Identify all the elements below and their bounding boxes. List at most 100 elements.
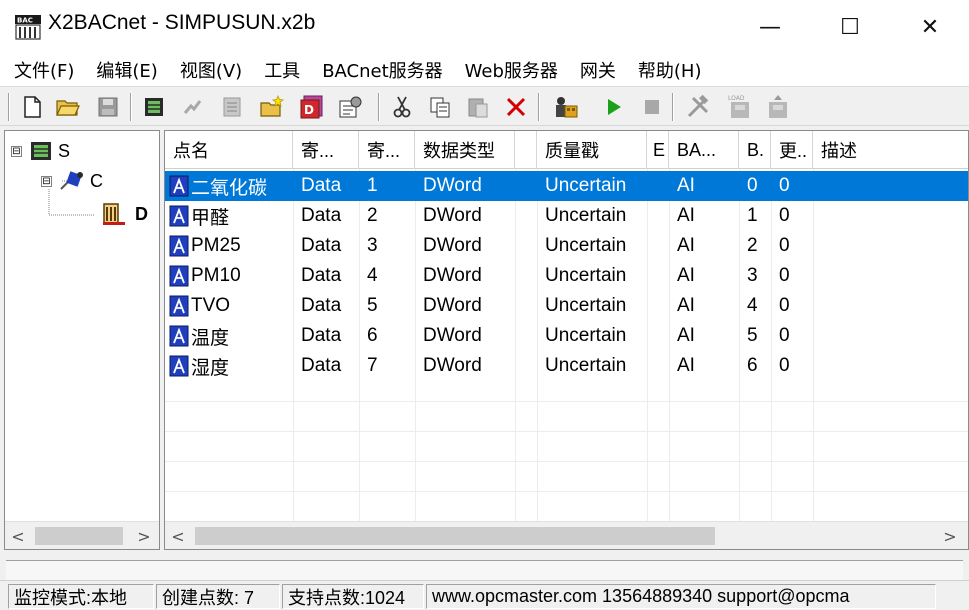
- register-type: Data: [301, 295, 342, 316]
- monitor-workers-icon: [556, 97, 578, 118]
- scroll-left-arrow[interactable]: <: [5, 522, 31, 549]
- menu-view[interactable]: 视图(V): [172, 57, 250, 83]
- menu-edit[interactable]: 编辑(E): [88, 57, 165, 83]
- point-name-cell: PM10: [165, 261, 293, 291]
- column-header-register-address[interactable]: 寄...: [359, 131, 415, 169]
- description-cell: [813, 201, 968, 231]
- column-header-description[interactable]: 描述: [813, 131, 968, 169]
- register-type: Data: [301, 235, 342, 256]
- collapse-icon[interactable]: ⊟: [41, 175, 52, 187]
- add-point-button[interactable]: [218, 93, 246, 121]
- add-device-button[interactable]: [140, 93, 168, 121]
- column-header-register-type[interactable]: 寄...: [293, 131, 359, 169]
- open-button[interactable]: [54, 93, 82, 121]
- tree-node-device[interactable]: D: [101, 201, 148, 227]
- properties-icon: [339, 96, 362, 118]
- bacnet-type: AI: [677, 175, 695, 196]
- register-address: 5: [367, 295, 378, 316]
- close-button[interactable]: ✕: [900, 0, 960, 54]
- bacnet-type: AI: [677, 295, 695, 316]
- scroll-left-arrow[interactable]: <: [165, 522, 191, 549]
- tree-node-label: D: [135, 203, 148, 224]
- table-row[interactable]: PM10 Data 4 DWord Uncertain AI 3 0: [165, 261, 968, 291]
- scroll-right-arrow[interactable]: >: [937, 522, 963, 549]
- bacnet-type: AI: [677, 355, 695, 376]
- tree-node-server[interactable]: ⊟ S: [11, 139, 70, 163]
- quality-cell: Uncertain: [537, 201, 647, 231]
- tools-button[interactable]: [684, 93, 712, 121]
- column-header-bacnet-instance[interactable]: B.: [739, 131, 771, 169]
- menu-web-server[interactable]: Web服务器: [457, 57, 566, 83]
- bacnet-device-button[interactable]: D: [298, 93, 326, 121]
- new-item-icon: [260, 95, 285, 117]
- load-button[interactable]: LOAD: [726, 93, 754, 121]
- stop-button[interactable]: [638, 93, 666, 121]
- menu-bacnet-server[interactable]: BACnet服务器: [314, 57, 450, 83]
- register-address-cell: 4: [359, 261, 415, 291]
- point-name-cell: 甲醛: [165, 201, 293, 231]
- scroll-thumb[interactable]: [195, 527, 715, 545]
- register-address: 6: [367, 325, 378, 346]
- monitor-button[interactable]: [552, 93, 580, 121]
- analog-point-icon: [169, 325, 189, 347]
- tree-node-channel[interactable]: ⊟ C: [41, 169, 103, 193]
- column-header-data-type[interactable]: 数据类型: [415, 131, 515, 169]
- menu-tools[interactable]: 工具: [256, 57, 308, 83]
- data-type: DWord: [423, 265, 482, 286]
- table-row[interactable]: TVO Data 5 DWord Uncertain AI 4 0: [165, 291, 968, 321]
- scroll-right-arrow[interactable]: >: [131, 522, 157, 549]
- update-flag-cell: 0: [771, 351, 813, 381]
- column-header-e[interactable]: E: [647, 131, 669, 169]
- register-address-cell: 6: [359, 321, 415, 351]
- save-button[interactable]: [94, 93, 122, 121]
- table-row[interactable]: PM25 Data 3 DWord Uncertain AI 2 0: [165, 231, 968, 261]
- new-file-button[interactable]: [18, 93, 46, 121]
- cut-button[interactable]: [388, 93, 416, 121]
- tree-horizontal-scrollbar[interactable]: < >: [5, 521, 159, 549]
- delete-button[interactable]: [502, 93, 530, 121]
- menu-help[interactable]: 帮助(H): [630, 57, 710, 83]
- column-header-bacnet-type[interactable]: BA...: [669, 131, 739, 169]
- table-row[interactable]: 湿度 Data 7 DWord Uncertain AI 6 0: [165, 351, 968, 381]
- column-header-blank[interactable]: [515, 131, 537, 169]
- bacnet-instance: 1: [747, 205, 758, 226]
- column-header-quality[interactable]: 质量戳: [537, 131, 647, 169]
- update-flag-cell: 0: [771, 261, 813, 291]
- run-button[interactable]: [600, 93, 628, 121]
- column-header-update[interactable]: 更..: [771, 131, 813, 169]
- data-type-cell: DWord: [415, 261, 515, 291]
- quality-cell: Uncertain: [537, 231, 647, 261]
- table-row[interactable]: 二氧化碳 Data 1 DWord Uncertain AI 0 0: [165, 171, 968, 201]
- scroll-thumb[interactable]: [35, 527, 123, 545]
- bacnet-instance: 3: [747, 265, 758, 286]
- description-cell: [813, 291, 968, 321]
- table-row[interactable]: 温度 Data 6 DWord Uncertain AI 5 0: [165, 321, 968, 351]
- bacnet-type: AI: [677, 205, 695, 226]
- menu-file[interactable]: 文件(F): [6, 57, 82, 83]
- svg-text:BAC: BAC: [17, 17, 33, 25]
- paste-button[interactable]: [464, 93, 492, 121]
- menu-gateway[interactable]: 网关: [572, 57, 624, 83]
- tree-panel[interactable]: ⊟ S ⊟ C D < >: [4, 130, 160, 550]
- maximize-button[interactable]: ☐: [820, 0, 880, 54]
- save-config-button[interactable]: [764, 93, 792, 121]
- collapse-icon[interactable]: ⊟: [11, 145, 22, 157]
- bacnet-type-cell: AI: [669, 231, 739, 261]
- bacnet-type: AI: [677, 325, 695, 346]
- add-group-button[interactable]: [178, 93, 206, 121]
- copy-button[interactable]: [426, 93, 454, 121]
- point-name-cell: TVO: [165, 291, 293, 321]
- properties-button[interactable]: [336, 93, 364, 121]
- minimize-button[interactable]: —: [740, 0, 800, 54]
- update-flag-cell: 0: [771, 231, 813, 261]
- list-horizontal-scrollbar[interactable]: < >: [165, 521, 968, 549]
- new-item-button[interactable]: [258, 93, 286, 121]
- table-row[interactable]: 甲醛 Data 2 DWord Uncertain AI 1 0: [165, 201, 968, 231]
- bacnet-type-cell: AI: [669, 261, 739, 291]
- bacnet-instance-cell: 1: [739, 201, 771, 231]
- column-header-name[interactable]: 点名: [165, 131, 293, 169]
- register-address: 4: [367, 265, 378, 286]
- window-title: X2BACnet - SIMPUSUN.x2b: [48, 11, 316, 34]
- tools-icon: [687, 94, 709, 118]
- points-list[interactable]: 点名 寄... 寄... 数据类型 质量戳 E BA... B. 更.. 描述 …: [164, 130, 969, 550]
